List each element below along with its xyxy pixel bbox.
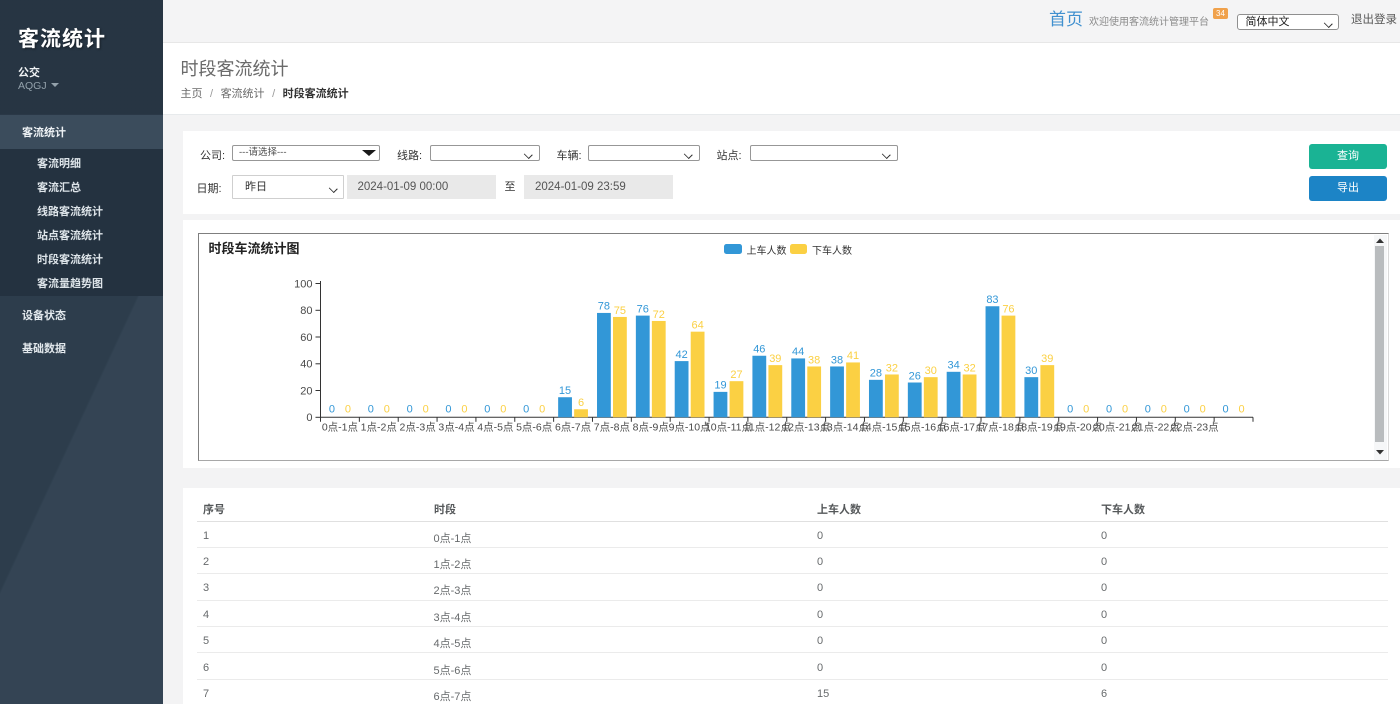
svg-text:0: 0 xyxy=(461,404,467,416)
svg-text:40: 40 xyxy=(300,359,312,371)
svg-text:28: 28 xyxy=(869,368,881,380)
svg-text:0: 0 xyxy=(306,412,312,424)
svg-text:76: 76 xyxy=(636,303,648,315)
svg-text:1点-2点: 1点-2点 xyxy=(360,421,396,433)
svg-text:80: 80 xyxy=(300,305,312,317)
svg-text:44: 44 xyxy=(792,346,804,358)
svg-text:0: 0 xyxy=(406,404,412,416)
svg-text:20: 20 xyxy=(300,385,312,397)
svg-text:19: 19 xyxy=(714,380,726,392)
svg-text:64: 64 xyxy=(691,319,703,331)
svg-text:30: 30 xyxy=(924,365,936,377)
svg-text:0: 0 xyxy=(1222,404,1228,416)
svg-text:0: 0 xyxy=(445,404,451,416)
svg-text:60: 60 xyxy=(300,332,312,344)
svg-text:100: 100 xyxy=(294,278,312,290)
svg-text:0: 0 xyxy=(500,404,506,416)
svg-text:46: 46 xyxy=(753,344,765,356)
svg-text:78: 78 xyxy=(597,301,609,313)
svg-text:41: 41 xyxy=(846,350,858,362)
svg-text:0: 0 xyxy=(539,404,545,416)
svg-text:6: 6 xyxy=(577,397,583,409)
svg-text:7点-8点: 7点-8点 xyxy=(593,421,629,433)
svg-text:22点-23点: 22点-23点 xyxy=(1170,421,1218,433)
svg-text:72: 72 xyxy=(652,309,664,321)
svg-text:39: 39 xyxy=(1041,353,1053,365)
svg-text:26: 26 xyxy=(908,370,920,382)
svg-text:0: 0 xyxy=(1083,404,1089,416)
svg-text:32: 32 xyxy=(885,362,897,374)
svg-text:0: 0 xyxy=(1121,404,1127,416)
svg-text:32: 32 xyxy=(963,362,975,374)
svg-text:15: 15 xyxy=(558,385,570,397)
svg-text:0: 0 xyxy=(344,404,350,416)
svg-text:0: 0 xyxy=(523,404,529,416)
svg-text:3点-4点: 3点-4点 xyxy=(438,421,474,433)
svg-text:75: 75 xyxy=(613,305,625,317)
svg-text:0: 0 xyxy=(1199,404,1205,416)
svg-text:0: 0 xyxy=(1144,404,1150,416)
svg-text:6点-7点: 6点-7点 xyxy=(554,421,590,433)
svg-text:0点-1点: 0点-1点 xyxy=(321,421,357,433)
svg-text:0: 0 xyxy=(383,404,389,416)
svg-text:0: 0 xyxy=(367,404,373,416)
svg-text:38: 38 xyxy=(808,354,820,366)
svg-text:0: 0 xyxy=(1105,404,1111,416)
svg-text:2点-3点: 2点-3点 xyxy=(399,421,435,433)
svg-text:0: 0 xyxy=(1067,404,1073,416)
svg-text:30: 30 xyxy=(1025,365,1037,377)
svg-text:38: 38 xyxy=(830,354,842,366)
svg-text:76: 76 xyxy=(1002,303,1014,315)
svg-text:83: 83 xyxy=(986,294,998,306)
svg-text:0: 0 xyxy=(1238,404,1244,416)
svg-text:34: 34 xyxy=(947,360,959,372)
svg-text:0: 0 xyxy=(422,404,428,416)
svg-text:5点-6点: 5点-6点 xyxy=(516,421,552,433)
svg-text:27: 27 xyxy=(730,369,742,381)
svg-text:0: 0 xyxy=(328,404,334,416)
svg-text:4点-5点: 4点-5点 xyxy=(477,421,513,433)
svg-text:8点-9点: 8点-9点 xyxy=(632,421,668,433)
svg-text:39: 39 xyxy=(769,353,781,365)
svg-text:0: 0 xyxy=(484,404,490,416)
svg-text:0: 0 xyxy=(1160,404,1166,416)
svg-text:0: 0 xyxy=(1183,404,1189,416)
svg-text:42: 42 xyxy=(675,349,687,361)
